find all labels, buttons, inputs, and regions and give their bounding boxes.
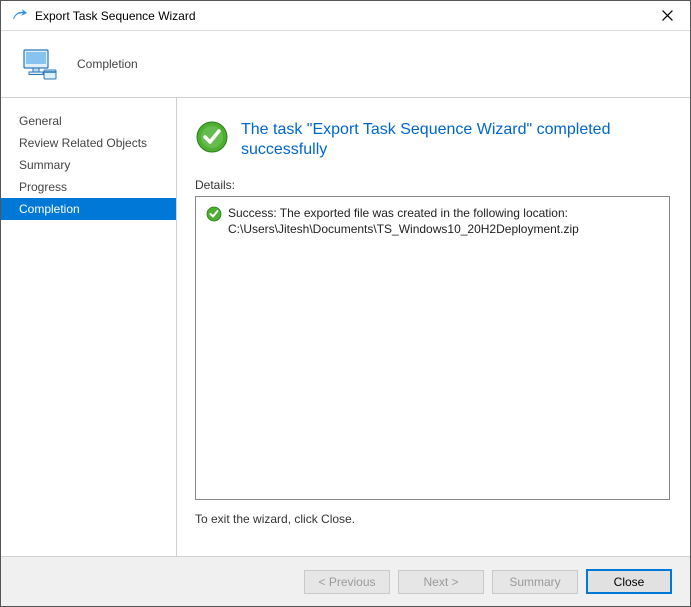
summary-button: Summary (492, 570, 578, 594)
success-check-icon (195, 120, 229, 154)
export-arrow-icon (11, 8, 27, 24)
sidebar-item-summary[interactable]: Summary (1, 154, 176, 176)
completion-headline: The task "Export Task Sequence Wizard" c… (241, 120, 670, 160)
sidebar-item-label: Summary (19, 158, 70, 172)
wizard-stage-label: Completion (77, 57, 138, 71)
sidebar-item-label: Review Related Objects (19, 136, 147, 150)
sidebar-item-label: General (19, 114, 62, 128)
wizard-header: Completion (1, 31, 690, 97)
sidebar-item-label: Progress (19, 180, 67, 194)
computer-monitor-icon (19, 44, 59, 84)
exit-hint: To exit the wizard, click Close. (195, 512, 670, 526)
close-button[interactable]: Close (586, 569, 672, 594)
sidebar-item-review-related-objects[interactable]: Review Related Objects (1, 132, 176, 154)
wizard-sidebar: General Review Related Objects Summary P… (1, 98, 176, 556)
next-button: Next > (398, 570, 484, 594)
details-entry: Success: The exported file was created i… (206, 205, 659, 237)
details-entry-message: Success: The exported file was created i… (228, 205, 659, 237)
window-title: Export Task Sequence Wizard (35, 9, 196, 23)
wizard-content: The task "Export Task Sequence Wizard" c… (176, 98, 690, 556)
sidebar-item-completion[interactable]: Completion (1, 198, 176, 220)
wizard-footer: < Previous Next > Summary Close (1, 556, 690, 606)
details-label: Details: (195, 178, 670, 192)
sidebar-item-progress[interactable]: Progress (1, 176, 176, 198)
titlebar: Export Task Sequence Wizard (1, 1, 690, 31)
previous-button: < Previous (304, 570, 390, 594)
close-icon (662, 10, 673, 21)
sidebar-item-label: Completion (19, 202, 80, 216)
sidebar-item-general[interactable]: General (1, 110, 176, 132)
details-box[interactable]: Success: The exported file was created i… (195, 196, 670, 500)
window-close-button[interactable] (645, 1, 690, 30)
success-check-icon (206, 206, 222, 222)
